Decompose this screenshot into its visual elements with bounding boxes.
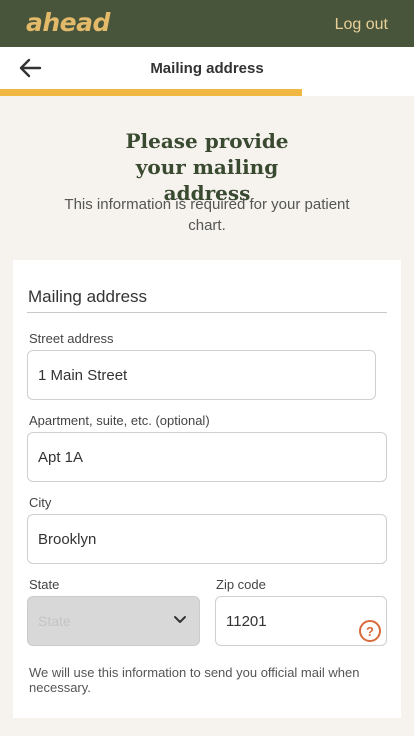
city-label: City — [29, 495, 52, 510]
address-form-card: Mailing address Street address Apartment… — [13, 260, 401, 718]
mail-usage-note: We will use this information to send you… — [29, 665, 360, 695]
logout-button[interactable]: Log out — [335, 16, 388, 34]
state-placeholder: State — [38, 613, 71, 629]
apartment-input[interactable] — [38, 448, 376, 466]
street-address-field[interactable] — [27, 350, 376, 400]
intro-subtext: This information is required for your pa… — [64, 196, 350, 234]
street-address-input[interactable] — [38, 366, 365, 384]
progress-bar-fill — [0, 89, 303, 96]
apartment-label: Apartment, suite, etc. (optional) — [29, 413, 210, 428]
state-select[interactable]: State — [27, 596, 200, 646]
section-divider — [27, 312, 387, 313]
city-field[interactable] — [27, 514, 387, 564]
question-circle-icon[interactable]: ? — [359, 620, 381, 642]
apartment-field[interactable] — [27, 432, 387, 482]
zip-code-input[interactable] — [226, 612, 346, 630]
street-address-label: Street address — [29, 331, 114, 346]
state-label: State — [29, 577, 60, 592]
app-logo: ahead — [26, 8, 110, 37]
progress-bar — [0, 89, 414, 96]
top-bar: ahead Log out — [0, 0, 414, 47]
page-title: Mailing address — [150, 60, 264, 77]
zip-code-label: Zip code — [216, 577, 266, 592]
city-input[interactable] — [38, 530, 376, 548]
chevron-down-icon — [174, 616, 186, 623]
nav-bar: Mailing address — [0, 47, 414, 89]
form-section-title: Mailing address — [28, 287, 148, 306]
